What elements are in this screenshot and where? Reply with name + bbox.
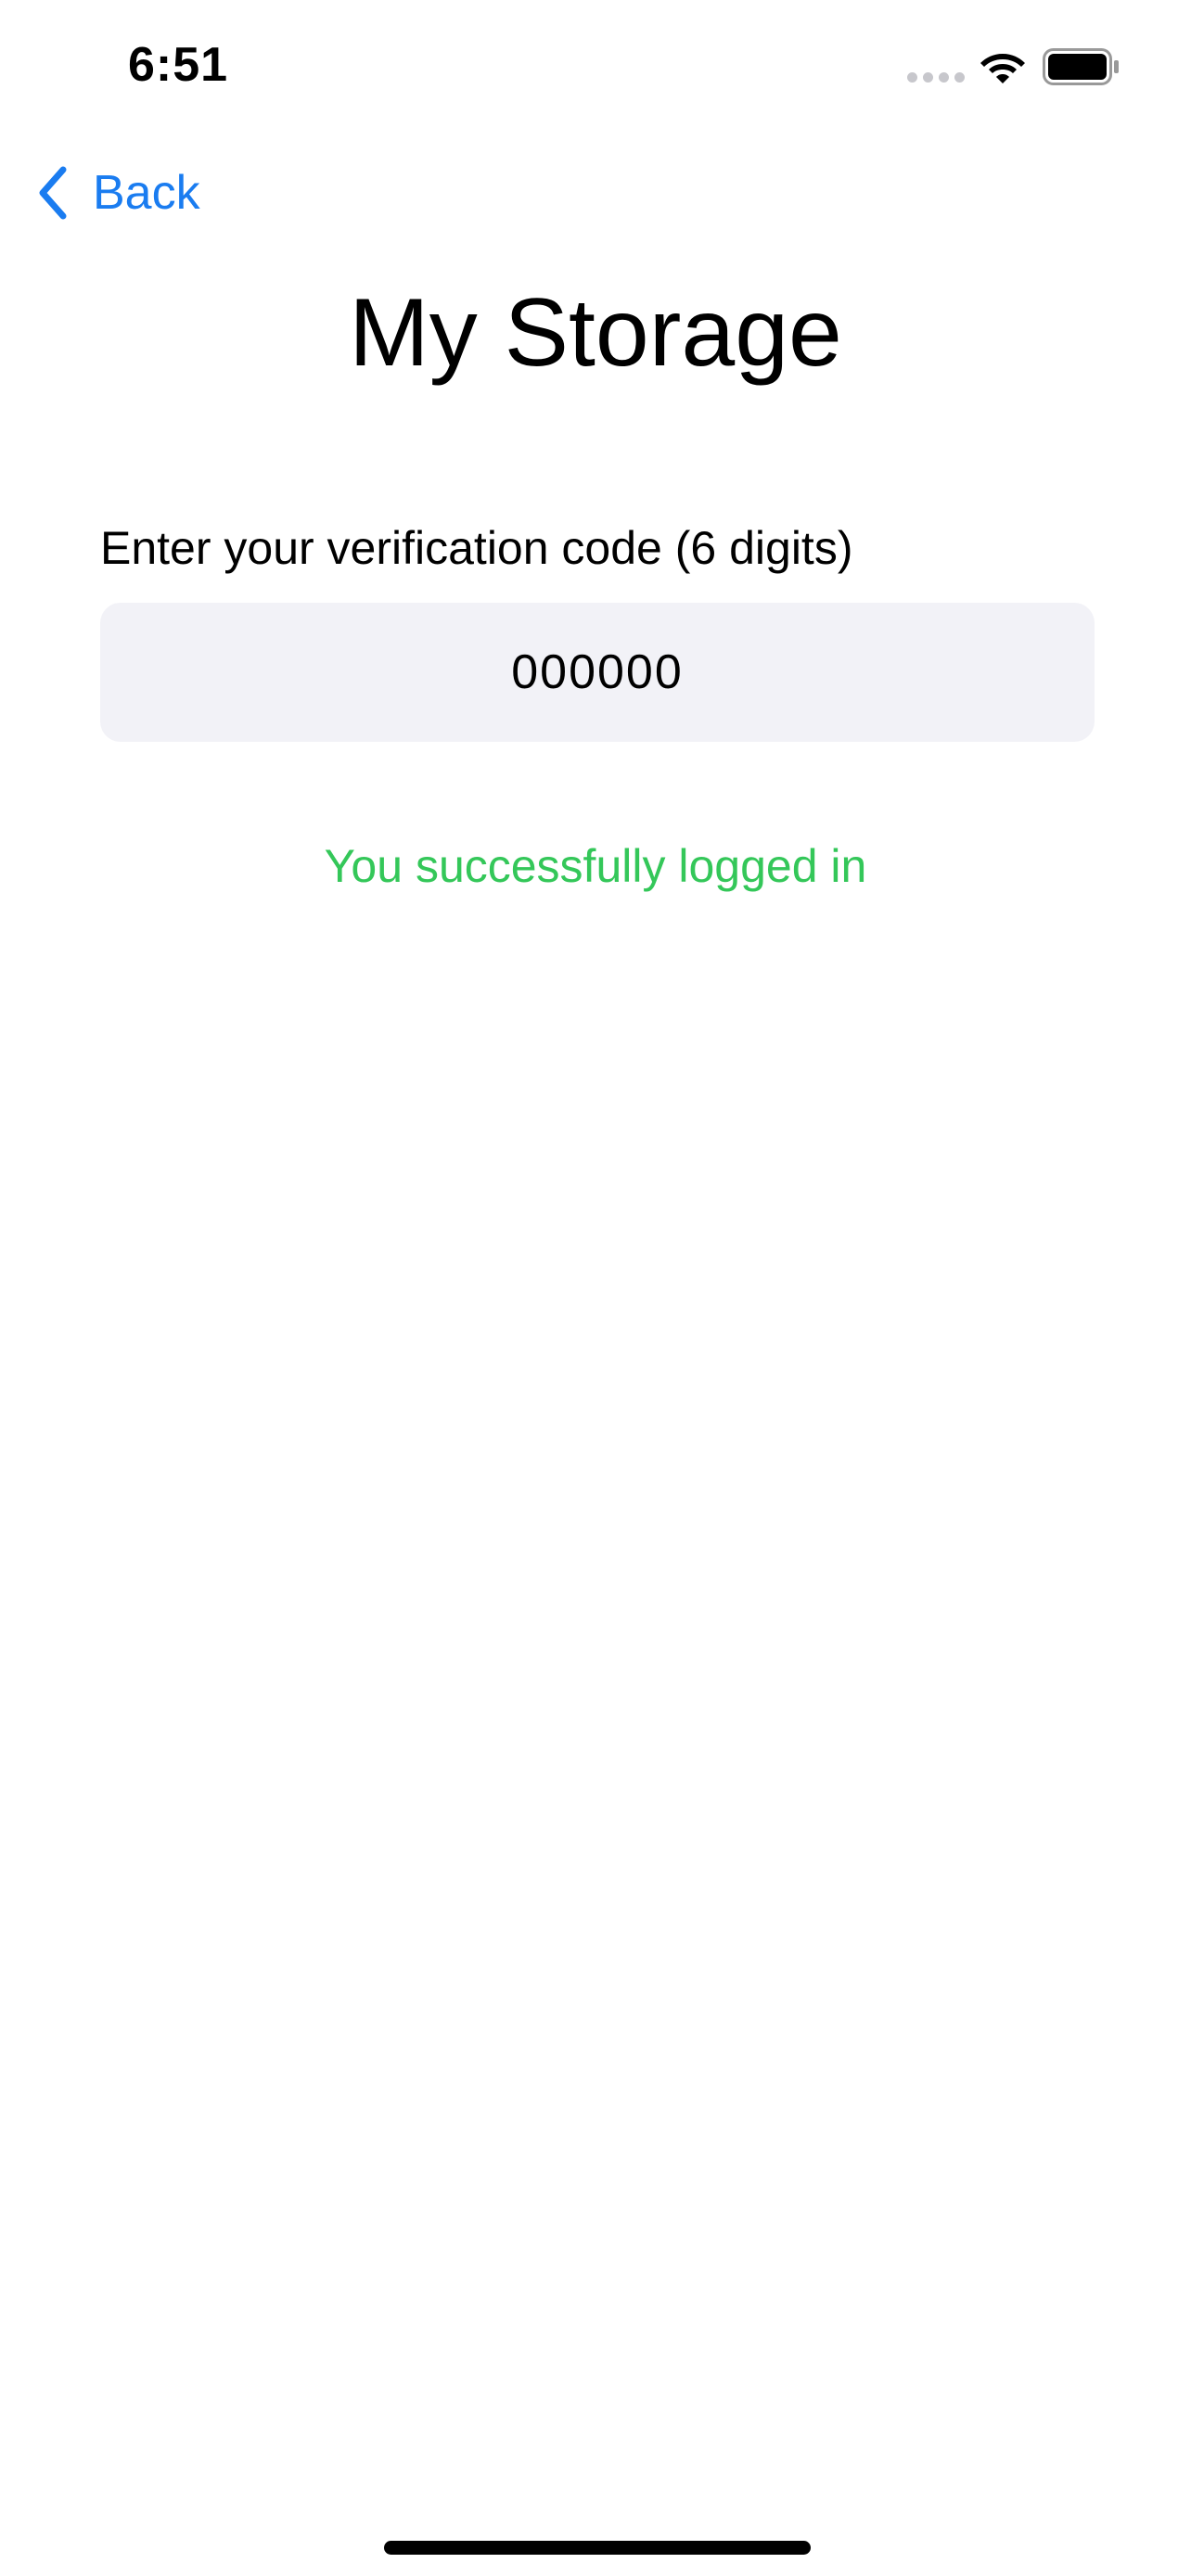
verification-code-label: Enter your verification code (6 digits) [100, 522, 853, 574]
home-indicator[interactable] [384, 2541, 811, 2555]
status-time: 6:51 [128, 38, 229, 92]
chevron-left-icon [39, 166, 67, 220]
cellular-signal-icon [907, 72, 965, 83]
verification-code-input[interactable]: 000000 [100, 603, 1095, 742]
wifi-icon [980, 54, 1025, 83]
verification-code-value: 000000 [511, 645, 684, 699]
battery-full-icon [1043, 48, 1119, 85]
login-success-message: You successfully logged in [324, 840, 867, 892]
back-label: Back [93, 166, 200, 220]
status-bar: 6:51 [0, 0, 1191, 139]
back-button[interactable]: Back [33, 159, 219, 226]
page-title: My Storage [349, 279, 842, 387]
